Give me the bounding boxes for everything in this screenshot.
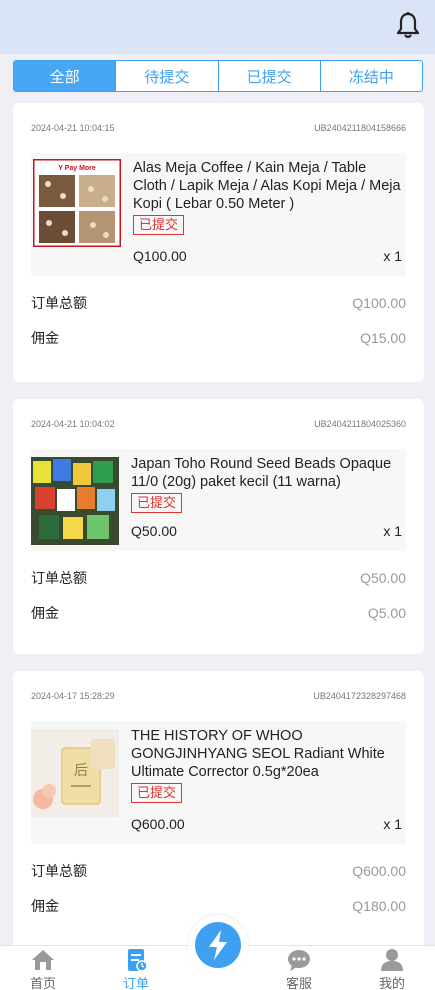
order-total-label: 订单总额 <box>31 569 87 586</box>
commission-label: 佣金 <box>31 897 59 914</box>
status-badge: 已提交 <box>131 493 183 513</box>
order-total-value: Q600.00 <box>352 862 406 879</box>
tab-submitted[interactable]: 已提交 <box>219 61 321 91</box>
order-id: UB2404211804025360 <box>314 419 406 429</box>
commission-row: 佣金 Q5.00 <box>31 595 406 630</box>
order-item[interactable]: Japan Toho Round Seed Beads Opaque 11/0 … <box>31 449 406 551</box>
order-id: UB2404172328297468 <box>313 691 406 701</box>
commission-value: Q15.00 <box>360 329 406 346</box>
product-title: Alas Meja Coffee / Kain Meja / Table Clo… <box>133 160 401 212</box>
nav-service[interactable]: 客服 <box>269 946 329 990</box>
home-icon <box>32 950 54 970</box>
product-info: Japan Toho Round Seed Beads Opaque 11/0 … <box>131 453 406 545</box>
order-total-row: 订单总额 Q100.00 <box>31 285 406 320</box>
order-header: 2024-04-21 10:04:15 UB2404211804158666 <box>31 103 406 153</box>
svg-text:Y Pay More: Y Pay More <box>58 165 96 172</box>
order-item[interactable]: Y Pay More Alas Meja Coffee / Kain Meja … <box>31 153 406 276</box>
order-header: 2024-04-17 15:28:29 UB2404172328297468 <box>31 671 406 721</box>
order-item[interactable]: 后 THE HISTORY OF WHOO GONGJINHYANG SEOL … <box>31 721 406 844</box>
order-time: 2024-04-17 15:28:29 <box>31 691 115 701</box>
order-id: UB2404211804158666 <box>314 123 406 133</box>
status-badge: 已提交 <box>133 215 185 235</box>
commission-value: Q180.00 <box>352 897 406 914</box>
order-time: 2024-04-21 10:04:15 <box>31 123 115 133</box>
order-total-value: Q100.00 <box>352 294 406 311</box>
order-total-label: 订单总额 <box>31 294 87 311</box>
commission-row: 佣金 Q15.00 <box>31 320 406 355</box>
chat-icon <box>288 950 310 971</box>
order-total-row: 订单总额 Q50.00 <box>31 560 406 595</box>
quick-action-circle <box>195 922 241 968</box>
product-qty: x 1 <box>383 523 402 539</box>
product-image: Y Pay More <box>33 159 121 247</box>
product-title: THE HISTORY OF WHOO GONGJINHYANG SEOL Ra… <box>131 728 385 780</box>
order-time: 2024-04-21 10:04:02 <box>31 419 115 429</box>
status-badge: 已提交 <box>131 783 183 803</box>
top-bar <box>0 0 435 54</box>
tab-frozen[interactable]: 冻结中 <box>321 61 422 91</box>
product-info: Alas Meja Coffee / Kain Meja / Table Clo… <box>133 157 406 270</box>
order-header: 2024-04-21 10:04:02 UB2404211804025360 <box>31 399 406 449</box>
price-row: Q50.00 x 1 <box>131 523 402 539</box>
order-total-label: 订单总额 <box>31 862 87 879</box>
product-qty: x 1 <box>383 816 402 832</box>
nav-orders[interactable]: 订单 <box>106 946 166 990</box>
product-price: Q50.00 <box>131 523 177 539</box>
order-card[interactable]: 2024-04-21 10:04:02 UB2404211804025360 J… <box>13 399 424 654</box>
product-price: Q600.00 <box>131 816 185 832</box>
svg-text:后: 后 <box>74 763 88 779</box>
order-list: 2024-04-21 10:04:15 UB2404211804158666 Y… <box>13 103 424 978</box>
nav-profile[interactable]: 我的 <box>362 946 422 990</box>
commission-value: Q5.00 <box>367 604 406 621</box>
commission-label: 佣金 <box>31 329 59 346</box>
lightning-icon <box>209 930 227 960</box>
product-image: 后 <box>31 729 119 817</box>
tab-pending[interactable]: 待提交 <box>116 61 219 91</box>
quick-action-button[interactable] <box>188 915 248 975</box>
price-row: Q100.00 x 1 <box>133 248 402 264</box>
order-card[interactable]: 2024-04-21 10:04:15 UB2404211804158666 Y… <box>13 103 424 382</box>
order-total-row: 订单总额 Q600.00 <box>31 853 406 888</box>
nav-label: 首页 <box>29 976 56 990</box>
tab-all[interactable]: 全部 <box>14 61 117 91</box>
product-image <box>31 457 119 545</box>
nav-home[interactable]: 首页 <box>13 946 73 990</box>
order-icon <box>128 949 148 972</box>
nav-label: 我的 <box>378 976 405 990</box>
product-title: Japan Toho Round Seed Beads Opaque 11/0 … <box>131 456 392 490</box>
commission-label: 佣金 <box>31 604 59 621</box>
product-info: THE HISTORY OF WHOO GONGJINHYANG SEOL Ra… <box>131 725 406 838</box>
price-row: Q600.00 x 1 <box>131 816 402 832</box>
order-total-value: Q50.00 <box>360 569 406 586</box>
status-tabs: 全部 待提交 已提交 冻结中 <box>13 60 423 92</box>
bell-icon[interactable] <box>395 11 421 39</box>
nav-label: 订单 <box>122 976 149 990</box>
product-qty: x 1 <box>383 248 402 264</box>
product-price: Q100.00 <box>133 248 187 264</box>
nav-label: 客服 <box>285 976 312 990</box>
user-icon <box>381 949 403 971</box>
